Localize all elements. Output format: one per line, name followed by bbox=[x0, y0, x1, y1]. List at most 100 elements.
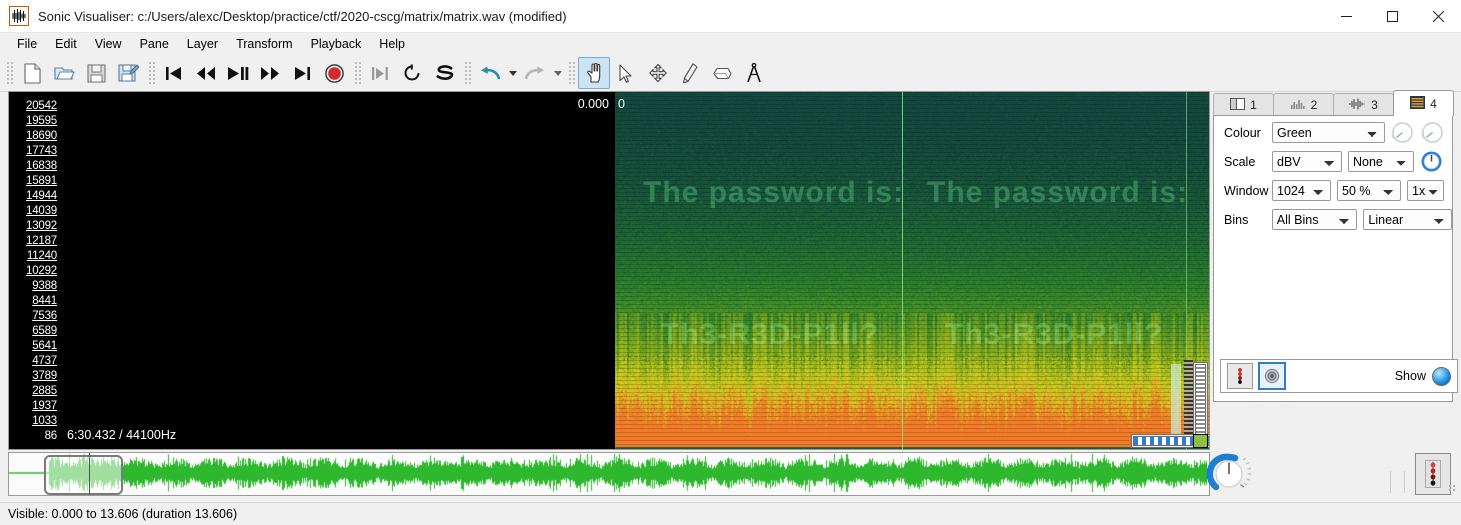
property-row-window: Window 1024 50 % 1x bbox=[1214, 178, 1452, 203]
erase-tool-button[interactable] bbox=[706, 57, 738, 89]
volume-knob[interactable] bbox=[1205, 450, 1253, 498]
colour-rotation-knob[interactable] bbox=[1420, 120, 1445, 145]
gain-knob[interactable] bbox=[1419, 149, 1444, 174]
scrollbar-corner[interactable] bbox=[1193, 434, 1208, 448]
spectrogram-icon bbox=[1410, 95, 1426, 112]
toolbar-grip[interactable] bbox=[5, 60, 13, 86]
bin-display-select[interactable]: All Bins bbox=[1271, 209, 1358, 230]
menu-view[interactable]: View bbox=[86, 35, 131, 53]
window-size-select[interactable]: 1024 bbox=[1272, 180, 1331, 201]
scrollbar-thumb[interactable] bbox=[1195, 364, 1206, 436]
scale-select[interactable]: dBV bbox=[1272, 151, 1342, 172]
overview-waveform-canvas[interactable] bbox=[9, 453, 1207, 493]
save-session-as-button[interactable] bbox=[112, 57, 144, 89]
status-bar: Visible: 0.000 to 13.606 (duration 13.60… bbox=[0, 502, 1461, 525]
select-tool-button[interactable] bbox=[610, 57, 642, 89]
solo-button[interactable] bbox=[428, 57, 460, 89]
window-zoom-select[interactable]: 1x bbox=[1407, 180, 1444, 201]
overview-waveform[interactable] bbox=[8, 452, 1210, 496]
rewind-to-start-button[interactable] bbox=[158, 57, 190, 89]
colour-select[interactable]: Green bbox=[1272, 122, 1385, 143]
toolbar-grip-playmode[interactable] bbox=[353, 60, 361, 86]
frequency-scale-axis[interactable]: 20542 19595 18690 17743 16838 15891 1494… bbox=[9, 92, 59, 449]
show-led-indicator[interactable] bbox=[1432, 366, 1451, 386]
tab-pane-3[interactable]: 3 bbox=[1333, 93, 1394, 116]
toolbar-grip-edit[interactable] bbox=[463, 60, 471, 86]
layer-properties-panel: 1 2 3 4 Colour Green Scale dBV None Wind… bbox=[1213, 90, 1458, 494]
window-overlap-select[interactable]: 50 % bbox=[1337, 180, 1401, 201]
normalization-select[interactable]: None bbox=[1348, 151, 1414, 172]
colour-label: Colour bbox=[1224, 125, 1261, 140]
toolbar-grip-transport[interactable] bbox=[147, 60, 155, 86]
toolbar-grip-tools[interactable] bbox=[567, 60, 575, 86]
menu-file[interactable]: File bbox=[8, 35, 46, 53]
tab-pane-4[interactable]: 4 bbox=[1393, 90, 1454, 116]
record-button[interactable] bbox=[318, 57, 350, 89]
waveform-icon bbox=[1349, 98, 1366, 113]
loop-button[interactable] bbox=[396, 57, 428, 89]
freq-tick: 19595 bbox=[26, 115, 57, 127]
tab-label: 4 bbox=[1430, 96, 1437, 111]
layer-show-bar: Show bbox=[1220, 359, 1458, 393]
tab-label: 1 bbox=[1250, 98, 1257, 112]
menu-layer[interactable]: Layer bbox=[178, 35, 227, 53]
undo-menu-button[interactable] bbox=[506, 58, 519, 88]
frequency-scale-select[interactable]: Linear bbox=[1363, 209, 1452, 230]
menu-edit[interactable]: Edit bbox=[46, 35, 86, 53]
overview-view-selector[interactable] bbox=[44, 455, 123, 495]
menu-help[interactable]: Help bbox=[370, 35, 414, 53]
title-bar: Sonic Visualiser: c:/Users/alexc/Desktop… bbox=[0, 0, 1461, 33]
freq-tick: 18690 bbox=[26, 130, 57, 142]
freq-tick: 8441 bbox=[32, 295, 57, 307]
layer-visibility-button[interactable] bbox=[1258, 362, 1286, 390]
panel-divider bbox=[1404, 471, 1405, 493]
freq-tick: 86 bbox=[44, 430, 58, 442]
play-selection-button[interactable] bbox=[364, 57, 396, 89]
freq-tick: 12187 bbox=[26, 235, 57, 247]
freq-tick: 17743 bbox=[26, 145, 57, 157]
save-session-button[interactable] bbox=[80, 57, 112, 89]
freq-tick: 3789 bbox=[32, 370, 57, 382]
level-meter-button[interactable] bbox=[1415, 453, 1451, 495]
minimize-button[interactable] bbox=[1323, 0, 1369, 32]
redo-button[interactable] bbox=[519, 57, 551, 89]
draw-tool-button[interactable] bbox=[674, 57, 706, 89]
pane-layout-icon bbox=[1230, 97, 1246, 113]
spectrogram-scanlines bbox=[615, 92, 1209, 449]
edit-tool-button[interactable] bbox=[642, 57, 674, 89]
property-row-colour: Colour Green bbox=[1214, 120, 1452, 145]
pane-body[interactable]: 0.000 6:30.432 / 44100Hz The password is… bbox=[59, 92, 1209, 449]
forward-to-end-button[interactable] bbox=[286, 57, 318, 89]
colour-gain-knob[interactable] bbox=[1390, 120, 1415, 145]
freq-tick: 14039 bbox=[26, 205, 57, 217]
resize-grip[interactable] bbox=[1448, 484, 1457, 493]
freq-tick: 5641 bbox=[32, 340, 57, 352]
fast-forward-button[interactable] bbox=[254, 57, 286, 89]
measure-tool-button[interactable] bbox=[738, 57, 770, 89]
freq-tick: 20542 bbox=[26, 100, 57, 112]
tab-pane-2[interactable]: 2 bbox=[1273, 93, 1334, 116]
tab-pane-1[interactable]: 1 bbox=[1213, 93, 1274, 116]
freq-tick: 7536 bbox=[32, 310, 57, 322]
vertical-scale-button[interactable] bbox=[1227, 363, 1253, 389]
window-title: Sonic Visualiser: c:/Users/alexc/Desktop… bbox=[38, 8, 567, 24]
pane-stack: 20542 19595 18690 17743 16838 15891 1494… bbox=[8, 91, 1210, 450]
open-session-button[interactable] bbox=[48, 57, 80, 89]
navigate-tool-button[interactable] bbox=[578, 57, 610, 89]
show-label: Show bbox=[1394, 369, 1426, 383]
empty-pane-region[interactable]: 0.000 6:30.432 / 44100Hz bbox=[59, 92, 615, 449]
menu-transform[interactable]: Transform bbox=[227, 35, 302, 53]
freq-tick: 14944 bbox=[26, 190, 57, 202]
spectrogram-layer[interactable]: The password is: The password is: Th3-R3… bbox=[615, 92, 1209, 449]
spectrogram-origin-label: 0 bbox=[618, 97, 625, 111]
redo-menu-button[interactable] bbox=[551, 58, 564, 88]
undo-button[interactable] bbox=[474, 57, 506, 89]
maximize-button[interactable] bbox=[1369, 0, 1415, 32]
menu-pane[interactable]: Pane bbox=[131, 35, 178, 53]
close-button[interactable] bbox=[1415, 0, 1461, 32]
freq-tick: 13092 bbox=[26, 220, 57, 232]
play-pause-button[interactable] bbox=[222, 57, 254, 89]
rewind-button[interactable] bbox=[190, 57, 222, 89]
menu-playback[interactable]: Playback bbox=[302, 35, 371, 53]
new-session-button[interactable] bbox=[16, 57, 48, 89]
